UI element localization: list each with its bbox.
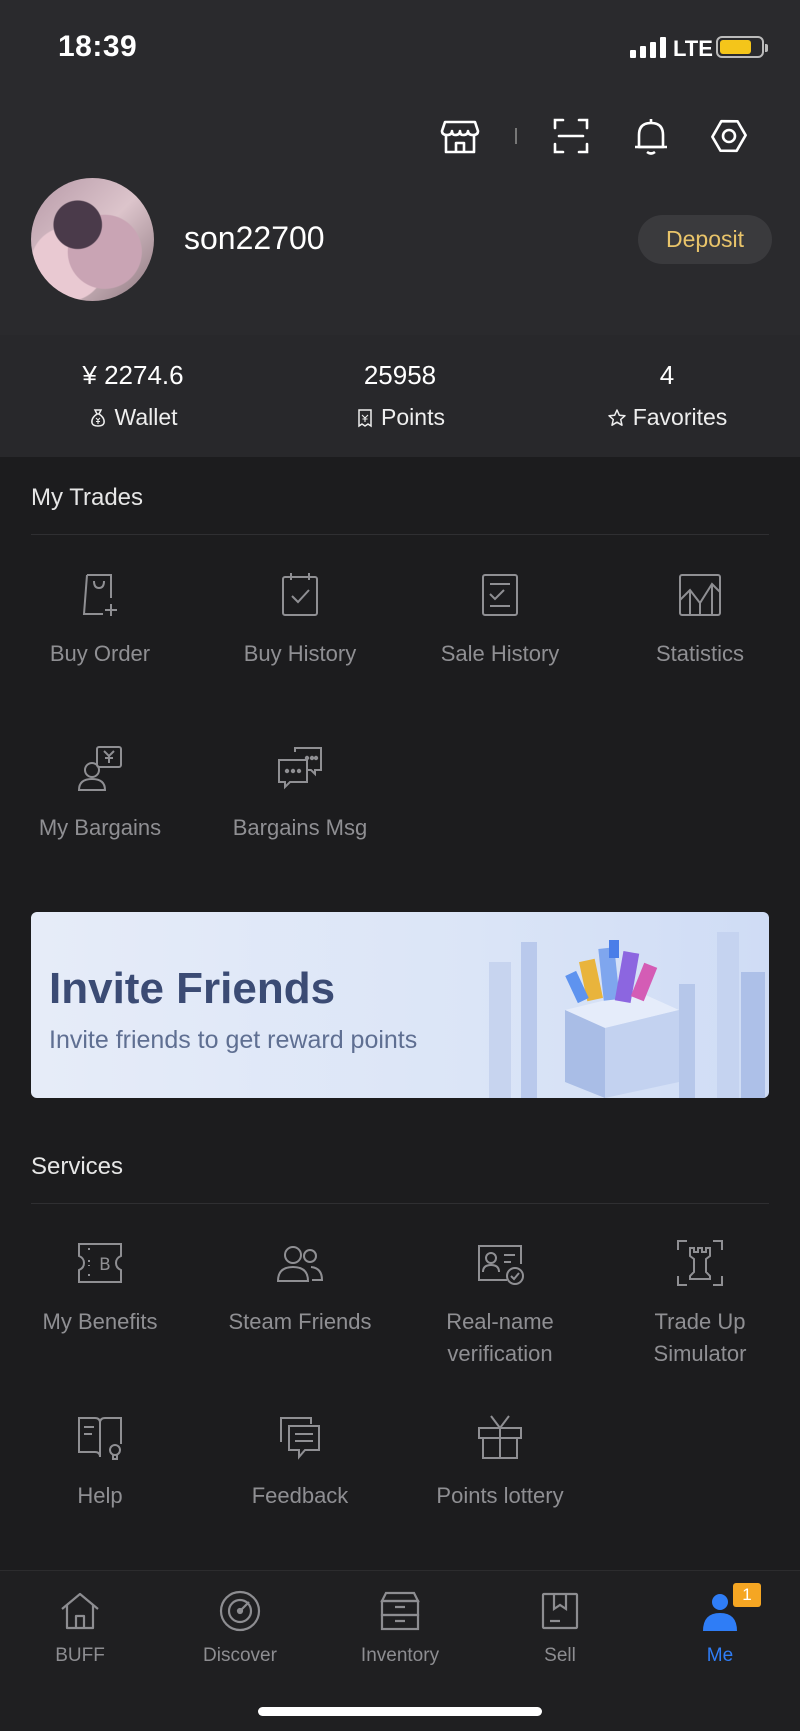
points-lottery-label: Points lottery <box>436 1483 564 1508</box>
points-value: 25958 <box>363 360 437 390</box>
my-bargains-label: My Bargains <box>38 815 162 840</box>
money-bag-icon <box>91 408 106 427</box>
tab-label: Inventory <box>360 1645 440 1666</box>
chart-icon <box>679 574 721 616</box>
steam-friends-button[interactable]: Steam Friends <box>200 1238 400 1338</box>
feedback-button[interactable]: Feedback <box>200 1412 400 1512</box>
book-bulb-icon <box>78 1417 122 1460</box>
statistics-label: Statistics <box>655 641 745 666</box>
tab-me[interactable]: Me <box>640 1589 800 1667</box>
benefit-ticket-icon: B <box>78 1243 122 1283</box>
tab-label: BUFF <box>55 1645 105 1666</box>
inventory-box-icon <box>380 1591 420 1631</box>
bell-icon[interactable] <box>629 114 673 158</box>
my-benefits-label: My Benefits <box>42 1309 158 1334</box>
compass-icon <box>219 1590 261 1632</box>
my-bargains-button[interactable]: My Bargains <box>0 744 200 844</box>
statistics-button[interactable]: Statistics <box>600 570 800 670</box>
points-label: Points <box>381 404 445 430</box>
stats-bar: ¥ 2274.6 Wallet 25958 Points 4 Favorites <box>0 335 800 457</box>
wallet-value: ¥ 2274.6 <box>82 360 184 390</box>
deposit-button[interactable]: Deposit <box>638 215 772 264</box>
help-button[interactable]: Help <box>0 1412 200 1512</box>
wallet-label: Wallet <box>114 404 178 430</box>
bargains-msg-button[interactable]: Bargains Msg <box>200 744 400 844</box>
avatar[interactable] <box>31 178 154 301</box>
network-label: LTE <box>673 36 713 61</box>
favorites-value: 4 <box>659 360 675 390</box>
sale-history-button[interactable]: Sale History <box>400 570 600 670</box>
buy-history-label: Buy History <box>243 641 357 666</box>
shopping-bag-plus-icon <box>82 574 117 616</box>
wallet-stat[interactable]: ¥ 2274.6 Wallet <box>0 335 266 431</box>
help-label: Help <box>77 1483 123 1508</box>
scan-icon[interactable] <box>549 114 593 158</box>
sale-history-label: Sale History <box>440 641 560 666</box>
calendar-check-icon <box>282 573 318 616</box>
real-name-verification-label: Real-name verification <box>446 1309 554 1366</box>
banner-subtitle: Invite friends to get reward points <box>49 1026 418 1054</box>
status-bar: 18:39 LTE <box>0 0 800 96</box>
ticket-icon <box>358 408 372 427</box>
favorites-stat[interactable]: 4 Favorites <box>534 335 800 431</box>
points-lottery-button[interactable]: Points lottery <box>400 1412 600 1512</box>
rook-scan-icon <box>677 1240 723 1286</box>
tab-label: Discover <box>203 1645 277 1666</box>
svg-text:B: B <box>99 1255 111 1275</box>
real-name-verification-button[interactable]: Real-name verification <box>400 1238 600 1370</box>
tab-label: Me <box>706 1645 734 1666</box>
tab-inventory[interactable]: Inventory <box>320 1589 480 1667</box>
list-check-icon <box>482 574 518 616</box>
home-icon <box>61 1592 99 1630</box>
notification-badge: 1 <box>733 1583 761 1607</box>
star-icon <box>607 408 626 426</box>
sell-box-icon <box>541 1592 579 1630</box>
feedback-icon <box>280 1417 320 1460</box>
banner-title: Invite Friends <box>49 964 336 1013</box>
steam-friends-label: Steam Friends <box>228 1309 372 1334</box>
home-indicator <box>258 1707 542 1716</box>
points-stat[interactable]: 25958 Points <box>267 335 533 431</box>
feedback-label: Feedback <box>251 1483 349 1508</box>
favorites-label: Favorites <box>632 404 728 430</box>
tab-sell[interactable]: Sell <box>480 1589 640 1667</box>
my-benefits-button[interactable]: B My Benefits <box>0 1238 200 1338</box>
status-time: 18:39 <box>58 30 138 63</box>
gift-box-illustration-icon <box>489 932 765 1098</box>
bargains-msg-label: Bargains Msg <box>232 815 368 840</box>
tab-discover[interactable]: Discover <box>160 1589 320 1667</box>
divider <box>515 128 517 144</box>
buy-order-button[interactable]: Buy Order <box>0 570 200 670</box>
id-card-check-icon <box>478 1245 524 1285</box>
gift-icon <box>478 1415 522 1459</box>
buy-history-button[interactable]: Buy History <box>200 570 400 670</box>
gear-icon[interactable] <box>707 114 751 158</box>
section-title-services: Services <box>31 1153 124 1180</box>
username: son22700 <box>184 220 325 256</box>
chat-bubbles-icon <box>278 747 322 790</box>
trade-up-simulator-button[interactable]: Trade Up Simulator <box>600 1238 800 1370</box>
divider <box>31 1203 769 1204</box>
tab-buff[interactable]: BUFF <box>0 1589 160 1667</box>
friends-icon <box>276 1246 324 1282</box>
buy-order-label: Buy Order <box>49 641 151 666</box>
user-yen-icon <box>77 746 122 791</box>
section-title-my-trades: My Trades <box>31 484 144 511</box>
invite-friends-banner[interactable]: Invite Friends Invite friends to get rew… <box>31 912 769 1098</box>
signal-icon <box>630 36 666 58</box>
store-icon[interactable] <box>438 114 482 158</box>
tab-label: Sell <box>544 1645 576 1666</box>
battery-icon <box>716 36 768 58</box>
divider <box>31 534 769 535</box>
trade-up-simulator-label: Trade Up Simulator <box>653 1309 747 1366</box>
